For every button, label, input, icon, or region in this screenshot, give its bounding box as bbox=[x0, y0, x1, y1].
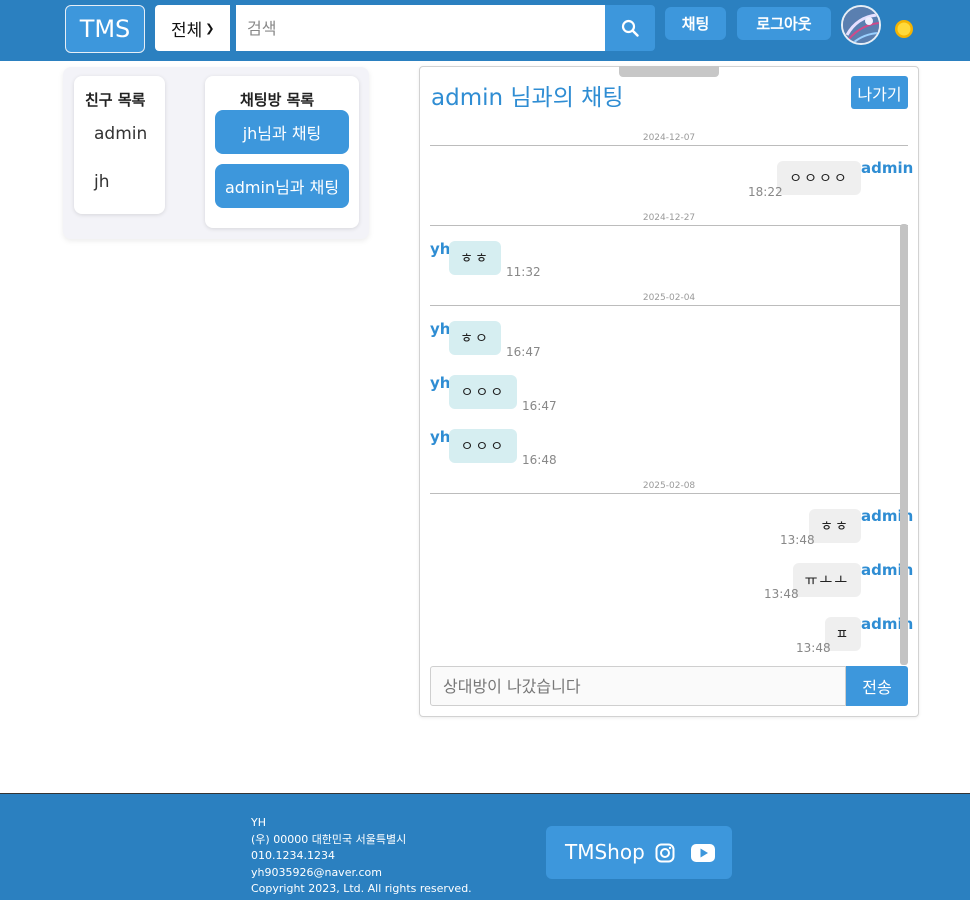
message-input[interactable] bbox=[430, 666, 846, 706]
message-sender: yh bbox=[430, 428, 451, 446]
footer-email: yh9035926@naver.com bbox=[251, 865, 382, 879]
message-sender: yh bbox=[430, 240, 451, 258]
message-bubble: ㅇㅇㅇㅇ bbox=[777, 161, 861, 195]
search-icon bbox=[621, 19, 639, 37]
message-time: 18:22 bbox=[748, 185, 783, 199]
message-bubble: ㅠㅗㅗ bbox=[793, 563, 861, 597]
message-bubble: ㅇㅇㅇ bbox=[449, 429, 517, 463]
message-time: 16:47 bbox=[522, 399, 557, 413]
footer-brand-name[interactable]: TMShop bbox=[565, 840, 645, 864]
category-select[interactable]: 전체 ❯ bbox=[155, 5, 230, 51]
footer bbox=[0, 794, 970, 900]
message-time: 11:32 bbox=[506, 265, 541, 279]
message-bubble: ㅎㅇ bbox=[449, 321, 501, 355]
message-time: 13:48 bbox=[780, 533, 815, 547]
youtube-icon[interactable] bbox=[691, 844, 715, 862]
message-sender: admin bbox=[861, 159, 914, 177]
chatroom-item-jh[interactable]: jh님과 채팅 bbox=[215, 110, 349, 154]
friend-item-admin[interactable]: admin bbox=[94, 124, 147, 144]
footer-info: YH (우) 00000 대한민국 서울특별시 010.1234.1234 yh… bbox=[251, 815, 472, 898]
footer-copyright: Copyright 2023, Ltd. All rights reserved… bbox=[251, 882, 472, 895]
date-label: 2024-12-27 bbox=[642, 213, 696, 223]
chat-title: admin 님과의 채팅 bbox=[431, 85, 624, 111]
date-divider bbox=[430, 225, 908, 226]
date-divider bbox=[430, 145, 908, 146]
chat-drag-handle[interactable] bbox=[619, 66, 719, 77]
footer-company-name: YH bbox=[251, 816, 266, 829]
date-divider bbox=[430, 305, 908, 306]
message-time: 16:48 bbox=[522, 453, 557, 467]
chat-scrollbar[interactable] bbox=[900, 224, 908, 665]
message-time: 13:48 bbox=[796, 641, 831, 655]
chat-nav-button[interactable]: 채팅 bbox=[665, 7, 726, 40]
date-divider bbox=[430, 493, 908, 494]
category-select-value: 전체 bbox=[171, 20, 203, 41]
message-bubble: ㅎㅎ bbox=[449, 241, 501, 275]
search-button[interactable] bbox=[605, 5, 655, 51]
message-sender: yh bbox=[430, 320, 451, 338]
send-button[interactable]: 전송 bbox=[846, 666, 908, 706]
chevron-down-icon: ❯ bbox=[205, 21, 215, 35]
search-input[interactable] bbox=[236, 5, 605, 51]
date-label: 2025-02-04 bbox=[642, 293, 696, 303]
footer-phone: 010.1234.1234 bbox=[251, 849, 335, 862]
logout-button[interactable]: 로그아웃 bbox=[737, 7, 831, 40]
footer-address: (우) 00000 대한민국 서울특별시 bbox=[251, 832, 407, 846]
friend-item-jh[interactable]: jh bbox=[94, 172, 110, 192]
instagram-icon[interactable] bbox=[655, 843, 675, 863]
date-label: 2025-02-08 bbox=[642, 481, 696, 491]
friends-list-title: 친구 목록 bbox=[85, 91, 146, 109]
message-bubble: ㅎㅎ bbox=[809, 509, 861, 543]
user-avatar[interactable] bbox=[841, 5, 881, 45]
message-sender: yh bbox=[430, 374, 451, 392]
message-time: 13:48 bbox=[764, 587, 799, 601]
theme-toggle-sun-icon[interactable] bbox=[894, 19, 914, 39]
date-label: 2024-12-07 bbox=[642, 133, 696, 143]
message-bubble: ㅇㅇㅇ bbox=[449, 375, 517, 409]
home-logo-button[interactable]: TMS bbox=[65, 5, 145, 53]
friends-list-card: 친구 목록 admin jh bbox=[74, 76, 165, 214]
chatroom-item-admin[interactable]: admin님과 채팅 bbox=[215, 164, 349, 208]
message-time: 16:47 bbox=[506, 345, 541, 359]
chatroom-list-card: 채팅방 목록 jh님과 채팅 admin님과 채팅 bbox=[205, 76, 359, 228]
leave-chat-button[interactable]: 나가기 bbox=[851, 76, 908, 109]
chatroom-list-title: 채팅방 목록 bbox=[240, 91, 315, 109]
